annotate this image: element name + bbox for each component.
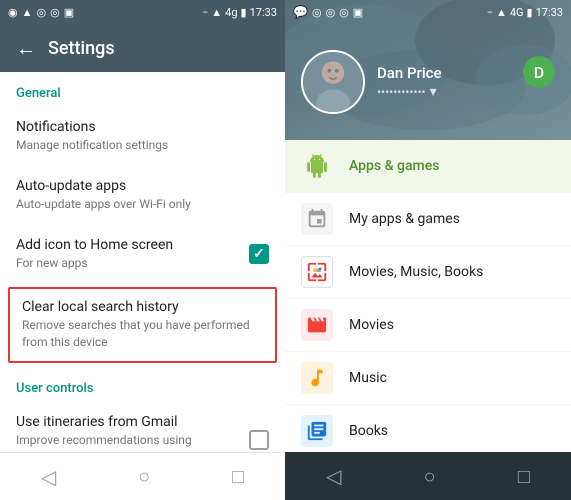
minus-icon: − <box>202 6 208 19</box>
music-icon <box>301 362 333 394</box>
battery-icon: ▮ <box>241 6 247 19</box>
movies-music-books-label: Movies, Music, Books <box>349 264 483 280</box>
location3-icon: ◎ <box>50 6 60 19</box>
apps-games-label: Apps & games <box>349 158 439 174</box>
settings-title: Settings <box>48 38 115 59</box>
left-recent-nav[interactable]: □ <box>232 464 244 489</box>
image-icon: ▣ <box>64 6 74 19</box>
right-battery-icon: ▮ <box>527 6 533 19</box>
user-controls-header: User controls <box>0 367 285 402</box>
signal-icon: ▲ <box>211 6 222 19</box>
movies-icon <box>301 309 333 341</box>
badge-letter: D <box>534 63 544 82</box>
right-loc-icon: ◎ <box>312 6 322 19</box>
itineraries-sub: Improve recommendations using itinerarie… <box>16 432 237 452</box>
notifications-title: Notifications <box>16 119 269 135</box>
notifications-sub: Manage notification settings <box>16 137 269 154</box>
addicon-checkbox[interactable]: ✓ <box>249 244 269 264</box>
clear-history-item[interactable]: Clear local search history Remove search… <box>8 287 277 363</box>
left-home-nav[interactable]: ○ <box>138 464 150 489</box>
addicon-title: Add icon to Home screen <box>16 237 173 253</box>
clear-history-sub: Remove searches that you have performed … <box>22 317 263 351</box>
itineraries-title: Use itineraries from Gmail <box>16 414 237 430</box>
my-apps-label: My apps & games <box>349 211 460 227</box>
profile-name: Dan Price <box>377 64 442 82</box>
right-nav-bar: ◁ ○ □ <box>285 452 571 500</box>
itineraries-checkbox[interactable] <box>249 430 269 450</box>
books-icon <box>301 415 333 447</box>
android-icon <box>301 150 333 182</box>
right-status-right: − ▲ 4G ▮ 17:33 <box>487 6 563 19</box>
menu-item-movies[interactable]: Movies <box>285 299 571 352</box>
clear-history-title: Clear local search history <box>22 299 263 315</box>
right-loc2-icon: ◎ <box>326 6 336 19</box>
menu-list: Apps & games My apps & games Movies, Mus… <box>285 140 571 452</box>
fourg-label: 4g <box>225 6 237 19</box>
left-nav-bar: ◁ ○ □ <box>0 452 285 500</box>
right-4g-label: 4G <box>510 6 524 19</box>
itineraries-item[interactable]: Use itineraries from Gmail Improve recom… <box>0 402 285 452</box>
addicon-sub: For new apps <box>16 255 173 272</box>
location2-icon: ◎ <box>37 6 47 19</box>
profile-info: Dan Price •••••••••••• ▾ <box>377 64 442 100</box>
right-recent-nav[interactable]: □ <box>518 464 530 489</box>
right-panel: 💬 ◎ ◎ ◎ ▣ − ▲ 4G ▮ 17:33 <box>285 0 571 500</box>
menu-item-music[interactable]: Music <box>285 352 571 405</box>
email-text: •••••••••••• <box>377 85 426 99</box>
wifi-icon: ▲ <box>22 6 33 19</box>
account-badge: D <box>523 56 555 88</box>
right-status-icons: 💬 ◎ ◎ ◎ ▣ <box>293 5 363 19</box>
left-status-right: − ▲ 4g ▮ 17:33 <box>202 6 277 19</box>
notifications-item[interactable]: Notifications Manage notification settin… <box>0 107 285 166</box>
dropdown-arrow-icon[interactable]: ▾ <box>430 84 437 100</box>
books-label: Books <box>349 423 388 439</box>
general-section-header: General <box>0 72 285 107</box>
music-label: Music <box>349 370 387 386</box>
left-back-nav[interactable]: ◁ <box>41 465 56 489</box>
right-loc3-icon: ◎ <box>339 6 349 19</box>
profile-email: •••••••••••• ▾ <box>377 84 442 100</box>
right-img-icon: ▣ <box>353 6 363 19</box>
right-time: 17:33 <box>536 6 563 19</box>
menu-item-books[interactable]: Books <box>285 405 571 452</box>
whatsapp-icon: 💬 <box>293 5 308 19</box>
profile-section: Dan Price •••••••••••• ▾ D <box>285 24 571 140</box>
right-home-nav[interactable]: ○ <box>424 464 436 489</box>
back-button[interactable]: ← <box>16 36 36 61</box>
right-back-nav[interactable]: ◁ <box>326 464 341 488</box>
menu-item-apps-games[interactable]: Apps & games <box>285 140 571 193</box>
left-time: 17:33 <box>250 6 277 19</box>
left-toolbar: ← Settings <box>0 24 285 72</box>
right-minus-icon: − <box>487 6 493 19</box>
movies-music-books-icon <box>301 256 333 288</box>
autoupdate-title: Auto-update apps <box>16 178 269 194</box>
left-status-bar: ◉ ▲ ◎ ◎ ▣ − ▲ 4g ▮ 17:33 <box>0 0 285 24</box>
settings-content: General Notifications Manage notificatio… <box>0 72 285 452</box>
my-apps-icon <box>301 203 333 235</box>
right-status-bar: 💬 ◎ ◎ ◎ ▣ − ▲ 4G ▮ 17:33 <box>285 0 571 24</box>
left-panel: ◉ ▲ ◎ ◎ ▣ − ▲ 4g ▮ 17:33 ← Settings Gene… <box>0 0 285 500</box>
location-icon: ◉ <box>8 6 18 19</box>
menu-item-movies-music-books[interactable]: Movies, Music, Books <box>285 246 571 299</box>
left-status-icons: ◉ ▲ ◎ ◎ ▣ <box>8 6 74 19</box>
autoupdate-item[interactable]: Auto-update apps Auto-update apps over W… <box>0 166 285 225</box>
avatar <box>301 50 365 114</box>
menu-item-my-apps[interactable]: My apps & games <box>285 193 571 246</box>
autoupdate-sub: Auto-update apps over Wi-Fi only <box>16 196 269 213</box>
addicon-item[interactable]: Add icon to Home screen For new apps ✓ <box>0 225 285 284</box>
right-signal-icon: ▲ <box>496 6 507 19</box>
movies-label: Movies <box>349 317 394 333</box>
